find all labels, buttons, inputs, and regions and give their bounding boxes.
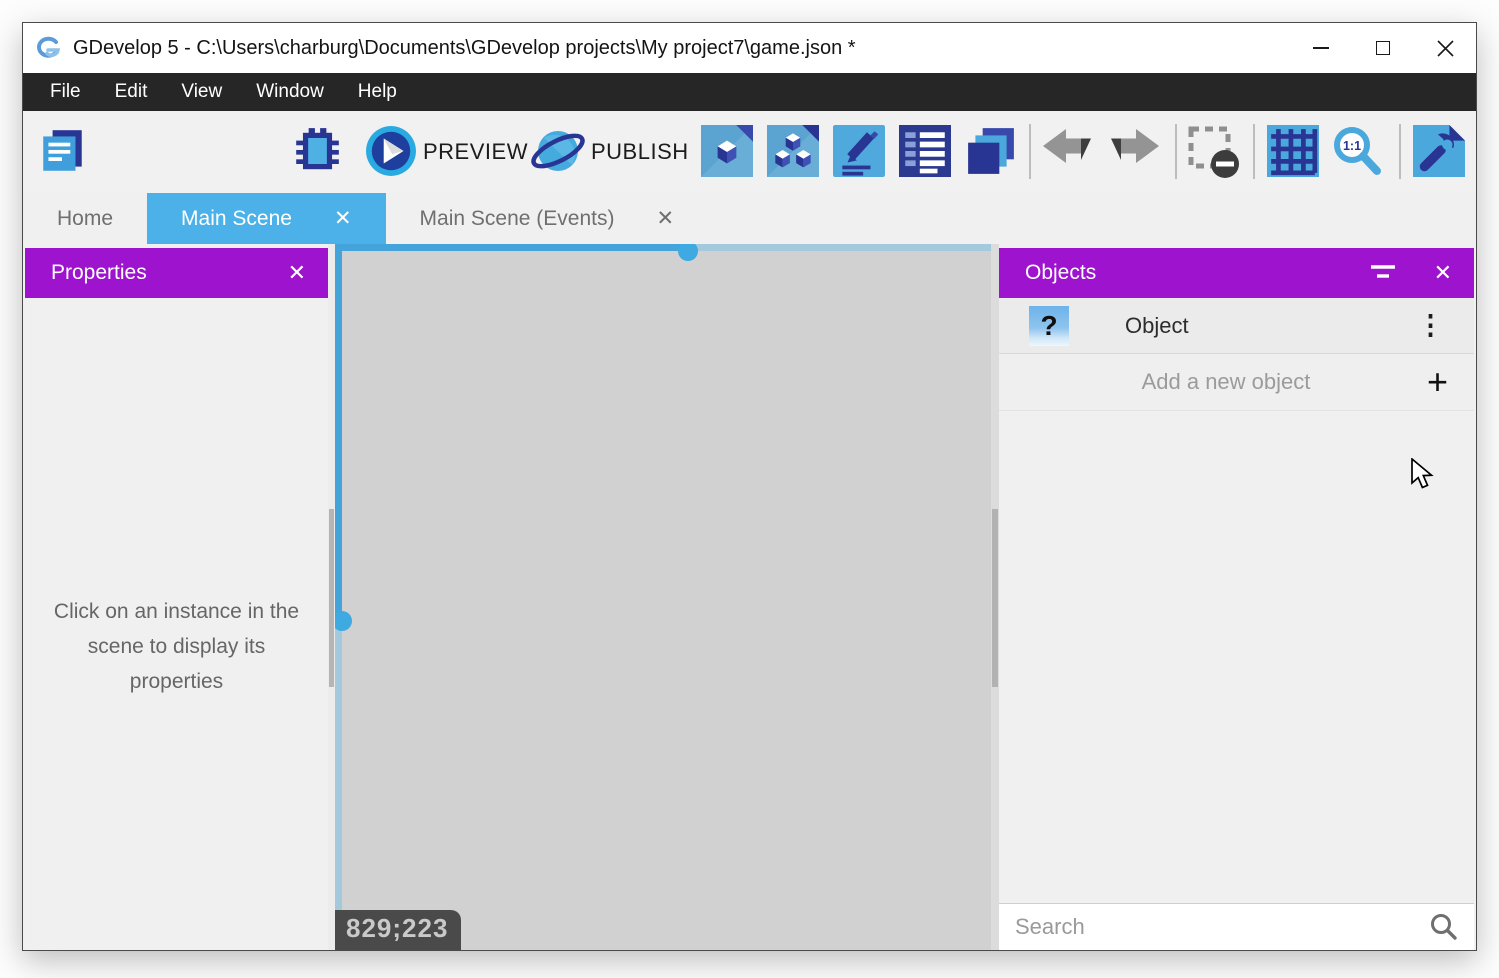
canvas-left-scroll-thumb[interactable] bbox=[329, 509, 334, 687]
preview-label[interactable]: PREVIEW bbox=[423, 111, 528, 193]
close-icon bbox=[1437, 40, 1454, 57]
zoom-1-1-icon: 1:1 bbox=[1331, 125, 1383, 177]
undo-icon bbox=[1041, 125, 1093, 177]
minimize-button[interactable] bbox=[1290, 23, 1352, 73]
tab-label: Main Scene bbox=[181, 207, 292, 231]
properties-panel-title: Properties bbox=[51, 261, 147, 285]
edit-objects-icon bbox=[767, 125, 819, 177]
object-list-item[interactable]: ? Object ⋮ bbox=[999, 298, 1474, 354]
tab-home[interactable]: Home bbox=[23, 193, 147, 244]
properties-panel: Properties ✕ Click on an instance in the… bbox=[25, 244, 328, 950]
debugger-icon bbox=[291, 125, 343, 177]
redo-icon bbox=[1109, 125, 1161, 177]
filter-icon[interactable] bbox=[1370, 263, 1396, 283]
object-menu-kebab-icon[interactable]: ⋮ bbox=[1417, 310, 1444, 341]
objects-search-bar bbox=[999, 903, 1474, 950]
preview-button[interactable] bbox=[365, 125, 417, 177]
close-panel-icon[interactable]: ✕ bbox=[1434, 260, 1452, 286]
canvas-vertical-scroll-filled[interactable] bbox=[335, 244, 342, 621]
window-title: GDevelop 5 - C:\Users\charburg\Documents… bbox=[73, 37, 856, 60]
menu-view[interactable]: View bbox=[166, 73, 237, 111]
maximize-button[interactable] bbox=[1352, 23, 1414, 73]
menu-file[interactable]: File bbox=[35, 73, 96, 111]
object-name: Object bbox=[1125, 313, 1189, 339]
canvas-right-scroll-thumb[interactable] bbox=[992, 509, 998, 687]
objects-panel: Objects ✕ ? Object ⋮ Add a new object + bbox=[999, 244, 1474, 950]
search-icon[interactable] bbox=[1428, 912, 1458, 942]
tab-main-scene-events[interactable]: Main Scene (Events) ✕ bbox=[386, 193, 709, 244]
canvas-right-scroll-track[interactable] bbox=[991, 244, 999, 950]
canvas-horizontal-scroll-handle[interactable] bbox=[678, 244, 698, 261]
menu-help[interactable]: Help bbox=[343, 73, 412, 111]
edit-scene-icon bbox=[701, 125, 753, 177]
deselect-icon bbox=[1187, 125, 1241, 179]
minimize-icon bbox=[1313, 47, 1329, 49]
app-window: GDevelop 5 - C:\Users\charburg\Documents… bbox=[22, 22, 1477, 951]
edit-scene-button[interactable] bbox=[701, 125, 753, 177]
objects-panel-title: Objects bbox=[1025, 261, 1096, 285]
cursor-coordinates-badge: 829;223 bbox=[335, 910, 461, 950]
toolbar-separator bbox=[1175, 124, 1177, 179]
main-content: Properties ✕ Click on an instance in the… bbox=[23, 244, 1476, 950]
project-manager-icon bbox=[37, 125, 89, 177]
add-object-plus-icon[interactable]: + bbox=[1427, 364, 1448, 400]
properties-empty-message: Click on an instance in the scene to dis… bbox=[46, 594, 308, 699]
menu-edit[interactable]: Edit bbox=[100, 73, 163, 111]
scene-editor-canvas[interactable]: 829;223 bbox=[335, 244, 991, 950]
publish-button[interactable] bbox=[529, 125, 587, 177]
project-manager-button[interactable] bbox=[37, 125, 89, 177]
menu-window[interactable]: Window bbox=[241, 73, 339, 111]
zoom-original-button[interactable]: 1:1 bbox=[1331, 125, 1383, 177]
objects-search-input[interactable] bbox=[1015, 914, 1428, 940]
close-panel-icon[interactable]: ✕ bbox=[288, 260, 306, 286]
tab-bar: Home Main Scene ✕ Main Scene (Events) ✕ bbox=[23, 193, 1476, 244]
tab-close-icon[interactable]: ✕ bbox=[334, 206, 352, 231]
menu-bar: File Edit View Window Help bbox=[23, 73, 1476, 111]
toolbar: PREVIEW PUBLISH bbox=[23, 111, 1476, 193]
close-button[interactable] bbox=[1414, 23, 1476, 73]
debugger-button[interactable] bbox=[291, 125, 343, 177]
scene-properties-button[interactable] bbox=[1413, 125, 1465, 177]
canvas-vertical-scroll-handle[interactable] bbox=[335, 611, 352, 631]
tab-label: Main Scene (Events) bbox=[420, 207, 615, 231]
tab-label: Home bbox=[57, 207, 113, 231]
objects-panel-empty-area bbox=[999, 411, 1474, 903]
properties-panel-body: Click on an instance in the scene to dis… bbox=[25, 298, 328, 950]
pencil-edit-icon bbox=[833, 125, 885, 177]
publish-globe-icon bbox=[529, 125, 587, 177]
add-object-label: Add a new object bbox=[1025, 369, 1427, 395]
toolbar-separator bbox=[1399, 124, 1401, 179]
add-object-row[interactable]: Add a new object + bbox=[999, 354, 1474, 411]
canvas-vertical-scroll-track[interactable] bbox=[335, 621, 342, 950]
svg-text:1:1: 1:1 bbox=[1343, 139, 1361, 153]
undo-button[interactable] bbox=[1041, 125, 1093, 177]
canvas-horizontal-scroll-track[interactable] bbox=[688, 244, 991, 251]
gdevelop-logo-icon bbox=[35, 35, 65, 62]
objects-panel-header: Objects ✕ bbox=[999, 248, 1474, 298]
title-bar: GDevelop 5 - C:\Users\charburg\Documents… bbox=[23, 23, 1476, 73]
open-events-button[interactable] bbox=[899, 125, 951, 177]
toolbar-separator bbox=[1029, 124, 1031, 179]
layers-icon bbox=[965, 125, 1017, 177]
tab-main-scene[interactable]: Main Scene ✕ bbox=[147, 193, 386, 244]
properties-panel-header: Properties ✕ bbox=[25, 248, 328, 298]
grid-icon bbox=[1267, 125, 1319, 177]
canvas-left-scroll-track[interactable] bbox=[328, 244, 335, 950]
edit-scene-variables-button[interactable] bbox=[833, 125, 885, 177]
maximize-icon bbox=[1376, 41, 1390, 55]
toggle-grid-button[interactable] bbox=[1267, 125, 1319, 177]
canvas-horizontal-scroll-filled[interactable] bbox=[335, 244, 688, 251]
toolbar-separator bbox=[1253, 124, 1255, 179]
preview-play-icon bbox=[365, 125, 417, 177]
publish-label[interactable]: PUBLISH bbox=[591, 111, 689, 193]
mouse-cursor bbox=[1410, 458, 1437, 491]
clear-selection-button[interactable] bbox=[1187, 125, 1241, 179]
wrench-icon bbox=[1413, 125, 1465, 177]
object-thumbnail-icon: ? bbox=[1029, 306, 1069, 346]
tab-close-icon[interactable]: ✕ bbox=[656, 206, 674, 231]
edit-objects-button[interactable] bbox=[767, 125, 819, 177]
layers-button[interactable] bbox=[965, 125, 1017, 177]
events-sheet-icon bbox=[899, 125, 951, 177]
redo-button[interactable] bbox=[1109, 125, 1161, 177]
